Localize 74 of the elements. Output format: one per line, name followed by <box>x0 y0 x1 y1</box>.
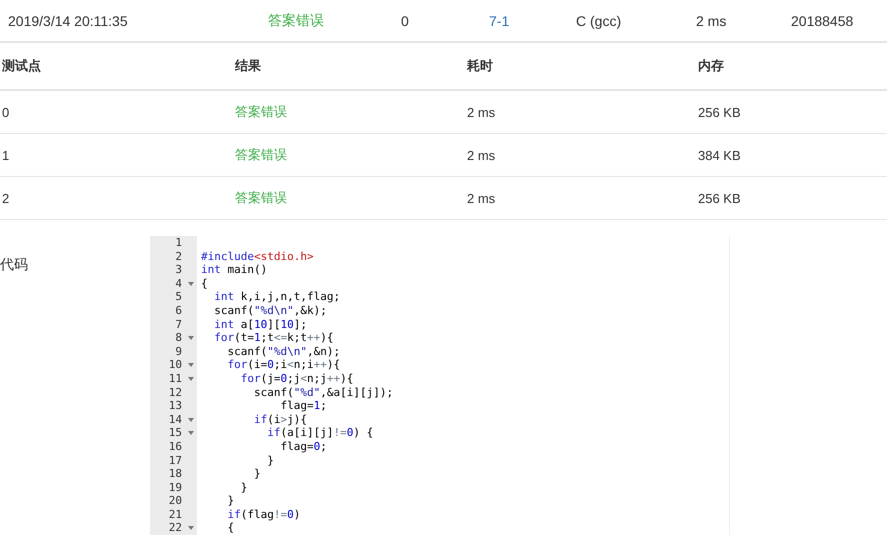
result-text: 答案错误 <box>235 190 287 205</box>
fold-arrow-icon[interactable] <box>188 363 194 368</box>
code-line: if(flag!=0) <box>226 508 300 521</box>
result-text: 答案错误 <box>235 104 287 119</box>
code-line: } <box>266 454 274 466</box>
case-number: 1 <box>2 148 10 162</box>
line-number: 15 <box>168 426 182 440</box>
duration-text: 2 ms <box>696 12 726 28</box>
case-number: 2 <box>2 190 10 206</box>
line-number: 13 <box>168 399 182 413</box>
code-line: scanf("%d",&a[i][j]); <box>252 386 394 399</box>
memory-text: 256 KB <box>698 104 741 120</box>
line-number: 10 <box>168 358 182 372</box>
line-number: 21 <box>168 508 182 522</box>
result-text: 答案错误 <box>235 147 287 162</box>
problem-link[interactable]: 7-1 <box>489 12 510 28</box>
line-number: 1 <box>175 236 182 250</box>
line-number: 9 <box>175 344 182 358</box>
line-number: 22 <box>168 521 182 536</box>
column-header: 内存 <box>698 58 724 73</box>
code-line: flag=0; <box>279 440 327 453</box>
score-text: 0 <box>401 12 409 28</box>
line-number: 12 <box>168 386 182 400</box>
code-line: { <box>226 521 234 534</box>
column-header: 结果 <box>235 58 261 73</box>
line-number: 6 <box>175 304 182 318</box>
code-line: for(j=0;j<n;j++){ <box>240 372 354 385</box>
code-line: #include<stdio.h> <box>201 250 314 263</box>
time-text: 2 ms <box>467 190 496 206</box>
code-line: int main() <box>201 263 268 276</box>
fold-arrow-icon[interactable] <box>188 282 194 286</box>
memory-text: 256 KB <box>698 190 741 206</box>
submit-time: 2019/3/14 20:11:35 <box>8 12 128 28</box>
line-number: 11 <box>168 372 182 386</box>
line-number: 3 <box>175 263 182 277</box>
user-text: 20188458 <box>791 12 854 28</box>
code-line: if(a[i][j]!=0) { <box>266 426 374 440</box>
code-line: int k,i,j,n,t,flag; <box>213 290 340 304</box>
code-line: } <box>240 480 248 494</box>
line-number: 5 <box>175 290 182 304</box>
line-number: 7 <box>175 318 182 332</box>
code-line: scanf("%d\n",&k); <box>213 304 327 317</box>
code-line: } <box>226 494 234 508</box>
code-line: flag=1; <box>279 399 327 412</box>
fold-arrow-icon[interactable] <box>188 376 194 381</box>
line-number: 16 <box>168 440 182 454</box>
code-line: int a[10][10]; <box>213 318 307 331</box>
fold-arrow-icon[interactable] <box>188 336 194 340</box>
memory-text: 384 KB <box>698 148 741 162</box>
line-number: 14 <box>168 412 182 426</box>
line-number: 20 <box>168 494 182 508</box>
line-number: 2 <box>175 250 182 264</box>
code-line: } <box>252 467 261 480</box>
line-number: 8 <box>175 331 182 345</box>
line-number: 4 <box>175 276 182 290</box>
code-line: for(i=0;i<n;i++){ <box>226 358 340 372</box>
code-line: if(i>j){ <box>252 412 307 426</box>
fold-arrow-icon[interactable] <box>188 526 194 530</box>
compiler-text: C (gcc) <box>576 12 622 28</box>
code-line: scanf("%d\n",&n); <box>226 344 340 358</box>
time-text: 2 ms <box>467 104 496 120</box>
line-number: 17 <box>168 454 182 468</box>
fold-arrow-icon[interactable] <box>188 418 194 422</box>
line-number: 18 <box>168 467 182 481</box>
status-text: 答案错误 <box>268 12 324 28</box>
fold-arrow-icon[interactable] <box>188 431 194 436</box>
column-header: 耗时 <box>467 58 493 73</box>
case-number: 0 <box>2 104 10 120</box>
line-number: 19 <box>168 480 182 494</box>
code-label: 代码 <box>0 256 28 272</box>
column-header: 测试点 <box>2 58 41 73</box>
code-line: { <box>201 276 208 290</box>
code-line: for(t=1;t<=k;t++){ <box>213 331 334 344</box>
time-text: 2 ms <box>467 148 496 162</box>
